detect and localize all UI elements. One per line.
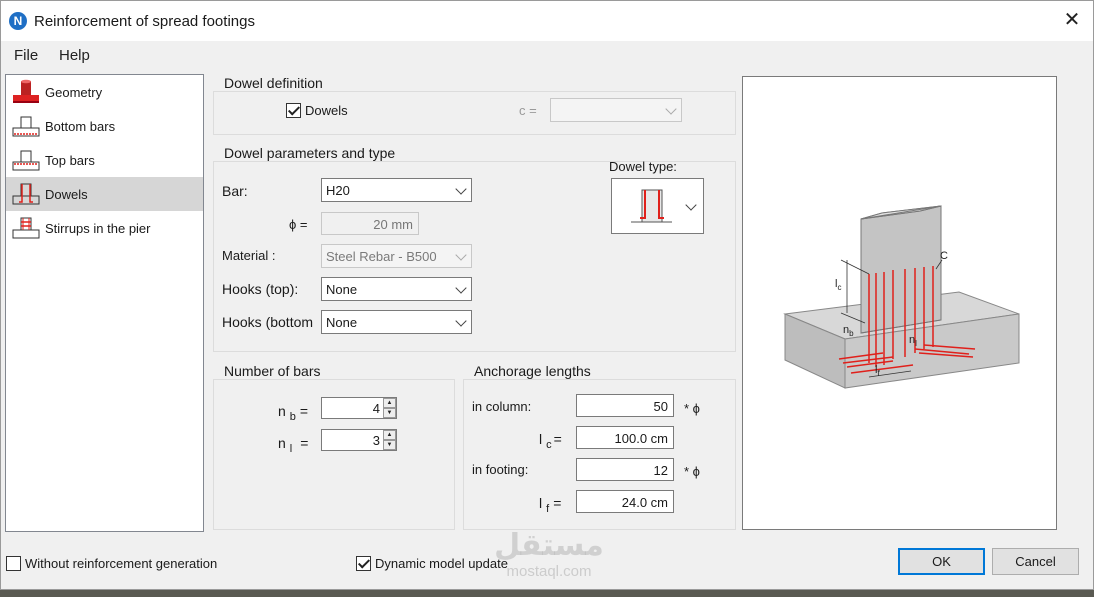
watermark-logo: مستقل mostaql.com xyxy=(479,529,619,589)
spin-down-icon[interactable]: ▼ xyxy=(383,408,396,418)
without-reinforcement-label: Without reinforcement generation xyxy=(25,556,218,571)
number-of-bars-title: Number of bars xyxy=(222,363,323,379)
lc-dim-label: lc xyxy=(835,278,841,292)
nav-item-stirrups[interactable]: Stirrups in the pier xyxy=(6,211,203,245)
dowels-icon xyxy=(12,183,40,205)
hooks-top-label: Hooks (top): xyxy=(222,281,299,297)
anchorage-title: Anchorage lengths xyxy=(472,363,593,379)
nav-label: Bottom bars xyxy=(45,119,116,134)
phi-field: 20 mm xyxy=(321,212,419,235)
nl-stepper[interactable]: 3 ▲ ▼ xyxy=(321,429,397,451)
dowel-type-label: Dowel type: xyxy=(609,159,677,174)
chevron-down-icon xyxy=(685,199,697,211)
menu-file[interactable]: File xyxy=(14,47,38,64)
hooks-top-select[interactable]: None xyxy=(321,277,472,301)
dowel-type-select[interactable] xyxy=(611,178,704,234)
nl-label: n l = xyxy=(278,435,309,455)
bottom-bars-icon xyxy=(12,116,40,137)
stirrups-icon xyxy=(12,217,40,239)
model-preview: lc C nb nl lf xyxy=(742,76,1057,530)
ok-button[interactable]: OK xyxy=(898,548,985,575)
footing-geometry-icon xyxy=(13,79,39,103)
nav-item-top-bars[interactable]: Top bars xyxy=(6,143,203,177)
cancel-button[interactable]: Cancel xyxy=(992,548,1079,575)
top-bars-icon xyxy=(12,150,40,171)
menu-bar: File Help xyxy=(1,41,1093,69)
nb-stepper[interactable]: 4 ▲ ▼ xyxy=(321,397,397,419)
times-phi-label: * ϕ xyxy=(684,464,700,479)
nav-label: Geometry xyxy=(45,85,103,100)
nb-label: n b = xyxy=(278,403,309,423)
nav-item-dowels[interactable]: Dowels xyxy=(6,177,203,211)
section-nav: Geometry Bottom bars Top bars Dowels Sti… xyxy=(5,74,204,532)
without-reinforcement-checkbox[interactable] xyxy=(6,556,21,571)
lc-field[interactable]: 100.0 cm xyxy=(576,426,674,449)
in-column-field[interactable]: 50 xyxy=(576,394,674,417)
hooks-bottom-select[interactable]: None xyxy=(321,310,472,334)
chevron-down-icon xyxy=(455,282,467,294)
material-label: Material : xyxy=(222,248,276,263)
chevron-down-icon xyxy=(455,315,467,327)
bar-label: Bar: xyxy=(222,183,248,199)
nav-label: Top bars xyxy=(45,153,95,168)
footing-3d-model: lc C nb nl lf xyxy=(783,205,1020,389)
dowel-definition-title: Dowel definition xyxy=(222,75,325,91)
dowel-type-icon xyxy=(631,189,672,223)
lc-label: l c = xyxy=(539,431,562,451)
in-footing-field[interactable]: 12 xyxy=(576,458,674,481)
c-dim-label: C xyxy=(940,250,948,262)
window-title: Reinforcement of spread footings xyxy=(34,13,255,30)
times-phi-label: * ϕ xyxy=(684,401,700,416)
material-select[interactable]: Steel Rebar - B500 xyxy=(321,244,472,268)
watermark-arabic: مستقل xyxy=(494,529,604,562)
dowel-params-title: Dowel parameters and type xyxy=(222,145,398,161)
lf-label: l f = xyxy=(539,495,562,515)
watermark-latin: mostaql.com xyxy=(506,563,592,580)
nav-label: Dowels xyxy=(45,187,88,202)
c-label: c = xyxy=(519,103,537,118)
chevron-down-icon xyxy=(455,183,467,195)
menu-help[interactable]: Help xyxy=(59,47,90,64)
c-select[interactable] xyxy=(550,98,682,122)
phi-label: ϕ = xyxy=(289,217,308,232)
in-column-label: in column: xyxy=(472,399,532,414)
nav-item-bottom-bars[interactable]: Bottom bars xyxy=(6,109,203,143)
nav-label: Stirrups in the pier xyxy=(45,221,151,236)
bar-select[interactable]: H20 xyxy=(321,178,472,202)
dialog-window: N Reinforcement of spread footings ✕ Fil… xyxy=(0,0,1094,590)
app-logo-icon: N xyxy=(9,12,27,30)
spin-up-icon[interactable]: ▲ xyxy=(383,398,396,408)
title-bar: N Reinforcement of spread footings ✕ xyxy=(1,1,1093,41)
hooks-bottom-label: Hooks (bottom xyxy=(222,314,314,330)
chevron-down-icon xyxy=(455,249,467,261)
lf-field[interactable]: 24.0 cm xyxy=(576,490,674,513)
dowels-checkbox[interactable] xyxy=(286,103,301,118)
dowels-label: Dowels xyxy=(305,103,348,118)
in-footing-label: in footing: xyxy=(472,462,529,477)
dynamic-update-checkbox[interactable] xyxy=(356,556,371,571)
close-button[interactable]: ✕ xyxy=(1059,7,1085,33)
spin-up-icon[interactable]: ▲ xyxy=(383,430,396,440)
nav-item-geometry[interactable]: Geometry xyxy=(6,75,203,109)
chevron-down-icon xyxy=(665,103,677,115)
spin-down-icon[interactable]: ▼ xyxy=(383,440,396,450)
